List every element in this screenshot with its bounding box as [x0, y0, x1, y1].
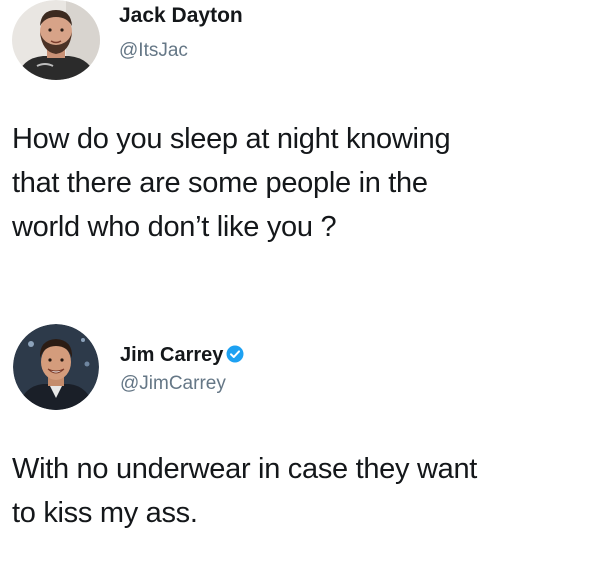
tweet-text: How do you sleep at night knowing that t…	[12, 123, 451, 243]
bearded-man-avatar-icon[interactable]	[11, 0, 101, 80]
author-handle[interactable]: @ItsJac	[119, 40, 188, 62]
reply-tweet: Jim Carrey @JimCarrey With no underwear …	[0, 318, 600, 581]
verified-badge-icon	[226, 345, 244, 369]
original-tweet: Jack Dayton @ItsJac How do you sleep at …	[0, 0, 600, 300]
author-name[interactable]: Jack Dayton	[119, 4, 243, 28]
author-name-text[interactable]: Jim Carrey	[120, 344, 223, 366]
author-handle[interactable]: @JimCarrey	[120, 373, 226, 395]
tweet-text: With no underwear in case they want to k…	[12, 453, 478, 529]
smiling-man-avatar-icon[interactable]	[13, 324, 99, 410]
author-name[interactable]: Jim Carrey	[120, 344, 244, 369]
